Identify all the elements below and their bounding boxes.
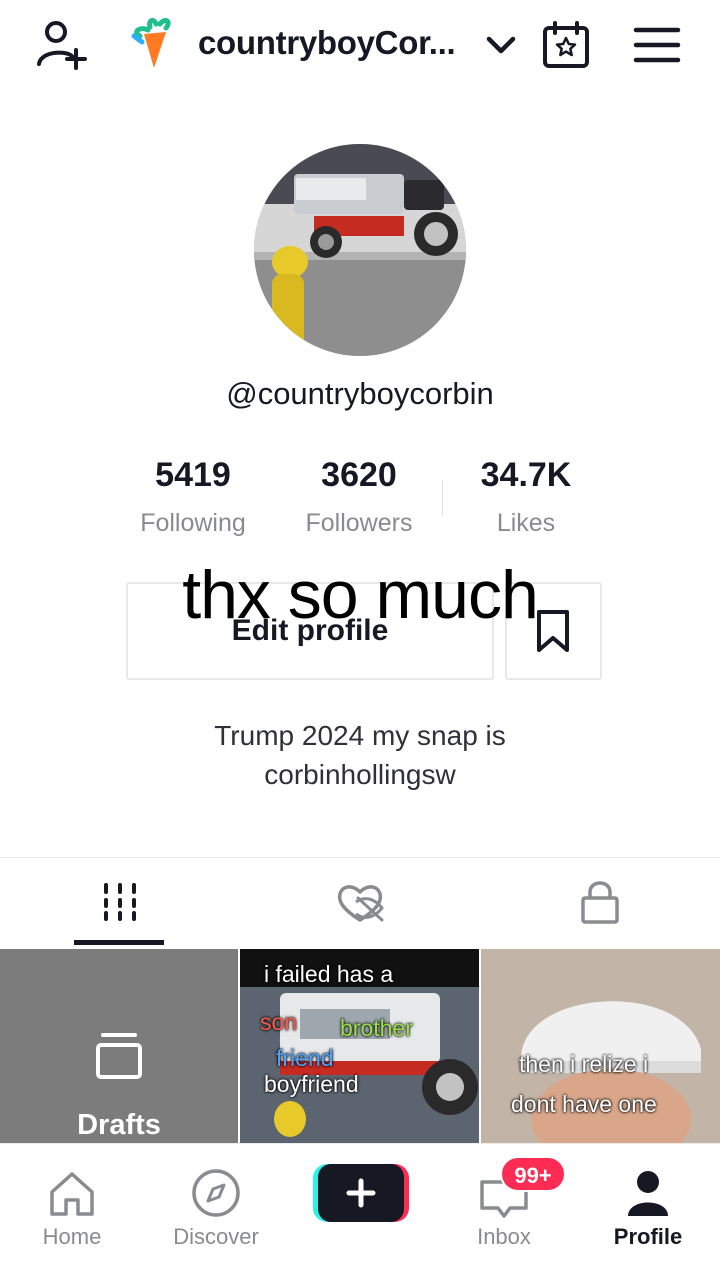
profile-bio: Trump 2024 my snap is corbinhollingsw: [0, 716, 720, 794]
following-label: Following: [140, 509, 246, 537]
nav-home[interactable]: Home: [0, 1144, 144, 1280]
followers-count: 3620: [321, 456, 397, 494]
tab-active-indicator: [74, 940, 164, 945]
compass-icon: [192, 1169, 240, 1217]
tab-liked[interactable]: [240, 858, 480, 948]
liked-hidden-icon: [337, 885, 384, 922]
edit-profile-label: Edit profile: [231, 614, 389, 647]
tab-videos[interactable]: [0, 858, 240, 948]
bottom-navigation: Home Discover Inbox 99+ Profile: [0, 1143, 720, 1280]
stat-followers[interactable]: 3620 Followers: [274, 456, 444, 538]
likes-label: Likes: [496, 509, 556, 537]
lock-icon: [581, 881, 619, 924]
nav-home-label: Home: [42, 1224, 102, 1249]
video1-caption-boyfriend: boyfriend: [264, 1071, 359, 1097]
drafts-label: Drafts: [77, 1109, 161, 1141]
top-bar: countryboyCor...: [0, 0, 720, 90]
nav-profile[interactable]: Profile: [576, 1144, 720, 1280]
video-thumbnail[interactable]: then i relize i dont have one: [481, 949, 720, 1143]
chevron-down-icon[interactable]: [484, 30, 518, 60]
stat-following[interactable]: 5419 Following: [108, 456, 278, 538]
nav-inbox-label: Inbox: [477, 1224, 531, 1249]
following-count: 5419: [155, 456, 231, 494]
bookmark-icon: [537, 610, 569, 652]
nav-profile-label: Profile: [613, 1224, 683, 1249]
edit-profile-button[interactable]: Edit profile: [126, 582, 494, 680]
favorites-button[interactable]: [505, 582, 602, 680]
carrot-icon: [126, 17, 182, 70]
create-button[interactable]: [313, 1164, 409, 1222]
profile-icon: [628, 1171, 668, 1216]
nav-discover-label: Discover: [173, 1224, 259, 1249]
home-icon: [50, 1172, 94, 1216]
plus-icon: [313, 1164, 409, 1222]
stat-likes[interactable]: 34.7K Likes: [441, 456, 611, 538]
inbox-badge: 99+: [500, 1156, 566, 1192]
add-friend-icon[interactable]: [34, 18, 90, 70]
calendar-star-icon[interactable]: [540, 20, 592, 70]
menu-icon[interactable]: [632, 24, 682, 66]
video-thumbnail[interactable]: i failed has a son brother friend boyfri…: [240, 949, 479, 1143]
grid-icon: [104, 883, 136, 921]
tab-private[interactable]: [480, 858, 720, 948]
likes-count: 34.7K: [480, 456, 572, 494]
bio-line-1: Trump 2024 my snap is: [214, 720, 506, 751]
video1-caption-line1: i failed has a: [264, 961, 394, 987]
profile-handle: @countryboycorbin: [226, 376, 494, 411]
video2-caption-line1: then i relize i: [519, 1051, 649, 1077]
video2-caption-line2: dont have one: [511, 1091, 657, 1117]
drafts-tile[interactable]: Drafts: [0, 949, 238, 1143]
top-username[interactable]: countryboyCor...: [198, 24, 456, 62]
video1-caption-son: son: [260, 1009, 298, 1035]
nav-discover[interactable]: Discover: [144, 1144, 288, 1280]
avatar[interactable]: [254, 144, 466, 356]
video1-caption-friend: friend: [276, 1045, 334, 1071]
bio-line-2: corbinhollingsw: [264, 759, 456, 790]
video1-caption-brother: brother: [340, 1015, 413, 1041]
followers-label: Followers: [305, 509, 413, 537]
